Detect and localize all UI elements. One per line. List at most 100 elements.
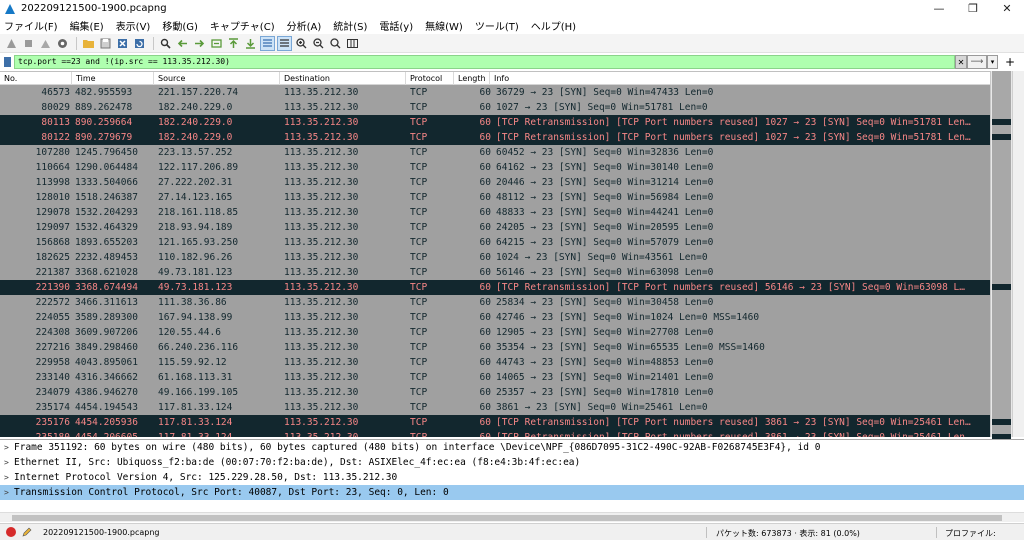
packet-row[interactable]: 235176 4454.205936 117.81.33.124 113.35.212… — [0, 415, 990, 430]
reload-file-icon[interactable] — [132, 36, 147, 51]
packet-row[interactable]: 113998 1333.504066 27.222.202.31 113.35.212… — [0, 175, 990, 190]
find-packet-icon[interactable] — [158, 36, 173, 51]
menu-tools[interactable]: ツール(T) — [475, 18, 519, 33]
packet-row[interactable]: 224055 3589.289300 167.94.138.99 113.35.212… — [0, 310, 990, 325]
packet-row[interactable]: 222572 3466.311613 111.38.36.86 113.35.212.… — [0, 295, 990, 310]
packet-row[interactable]: 229958 4043.895061 115.59.92.12 113.35.212.… — [0, 355, 990, 370]
packet-row[interactable]: 46573 482.955593 221.157.220.74 113.35.212.… — [0, 85, 990, 100]
packet-row[interactable]: 233140 4316.346662 61.168.113.31 113.35.212… — [0, 370, 990, 385]
packet-source: 111.38.36.86 — [158, 297, 227, 308]
go-to-packet-icon[interactable] — [209, 36, 224, 51]
detail-row-ip[interactable]: > Internet Protocol Version 4, Src: 125.… — [0, 470, 1024, 485]
packet-source: 218.161.118.85 — [158, 207, 239, 218]
menu-capture[interactable]: キャプチャ(C) — [210, 18, 275, 33]
column-header-length[interactable]: Length — [454, 72, 490, 85]
display-filter-input[interactable]: tcp.port ==23 and !(ip.src == 113.35.212… — [14, 55, 955, 69]
packet-row[interactable]: 80122 890.279679 182.240.229.0 113.35.212.3… — [0, 130, 990, 145]
horizontal-scrollbar-thumb[interactable] — [12, 515, 1002, 521]
restart-capture-icon[interactable] — [38, 36, 53, 51]
shark-fin-start-icon[interactable] — [4, 36, 19, 51]
maximize-button[interactable]: ❐ — [956, 0, 990, 17]
filter-bookmark-icon[interactable] — [3, 56, 13, 68]
go-first-icon[interactable] — [226, 36, 241, 51]
packet-destination: 113.35.212.30 — [284, 162, 359, 173]
detail-row-frame[interactable]: > Frame 351192: 60 bytes on wire (480 bi… — [0, 440, 1024, 455]
packet-source: 27.222.202.31 — [158, 177, 233, 188]
packet-row[interactable]: 221390 3368.674494 49.73.181.123 113.35.212… — [0, 280, 990, 295]
packet-row[interactable]: 235174 4454.194543 117.81.33.124 113.35.212… — [0, 400, 990, 415]
packet-row[interactable]: 2351804454.206605117.81.33.124113.35.212… — [0, 430, 990, 437]
close-file-icon[interactable] — [115, 36, 130, 51]
expand-arrow-icon[interactable]: > — [4, 443, 14, 452]
column-header-destination[interactable]: Destination — [280, 72, 406, 85]
column-header-source[interactable]: Source — [154, 72, 280, 85]
packet-row[interactable]: 128010 1518.246387 27.14.123.165 113.35.212… — [0, 190, 990, 205]
menu-go[interactable]: 移動(G) — [162, 18, 198, 33]
packet-row[interactable]: 110664 1290.064484 122.117.206.89 113.35.21… — [0, 160, 990, 175]
detail-row-tcp[interactable]: > Transmission Control Protocol, Src Por… — [0, 485, 1024, 500]
zoom-reset-icon[interactable] — [328, 36, 343, 51]
packet-list[interactable]: No. Time Source Destination Protocol Len… — [0, 71, 990, 437]
packet-row[interactable]: 156868 1893.655203 121.165.93.250 113.35.21… — [0, 235, 990, 250]
clear-filter-button[interactable]: ✕ — [955, 55, 967, 69]
status-profile[interactable]: プロファイル: Default — [945, 528, 1024, 540]
add-filter-button[interactable]: + — [1003, 54, 1017, 70]
capture-comment-icon[interactable] — [21, 526, 33, 538]
packet-length: 60 — [479, 297, 491, 308]
colorize-icon[interactable] — [277, 35, 292, 51]
packet-row[interactable]: 107280 1245.796450 223.13.57.252 113.35.212… — [0, 145, 990, 160]
go-forward-icon[interactable] — [192, 36, 207, 51]
packet-row[interactable]: 182625 2232.489453 110.182.96.26 113.35.212… — [0, 250, 990, 265]
apply-filter-button[interactable]: ⟶ — [967, 55, 987, 69]
column-header-no[interactable]: No. — [0, 72, 72, 85]
menu-file[interactable]: ファイル(F) — [4, 18, 58, 33]
save-file-icon[interactable] — [98, 36, 113, 51]
menu-statistics[interactable]: 統計(S) — [333, 18, 367, 33]
minimap-retransmission-mark — [992, 419, 1011, 425]
stop-capture-icon[interactable] — [21, 36, 36, 51]
packet-length: 60 — [479, 267, 491, 278]
detail-row-ethernet[interactable]: > Ethernet II, Src: Ubiquoss_f2:ba:de (0… — [0, 455, 1024, 470]
column-header-time[interactable]: Time — [72, 72, 154, 85]
packet-row[interactable]: 227216 3849.298460 66.240.236.116 113.35.21… — [0, 340, 990, 355]
capture-options-icon[interactable] — [55, 36, 70, 51]
autoscroll-icon[interactable] — [260, 35, 275, 51]
capture-status-icon[interactable] — [6, 527, 16, 537]
packet-row[interactable]: 221387 3368.621028 49.73.181.123 113.35.212… — [0, 265, 990, 280]
minimize-button[interactable]: — — [922, 0, 956, 17]
zoom-out-icon[interactable] — [311, 36, 326, 51]
close-window-button[interactable]: ✕ — [990, 0, 1024, 17]
packet-source: 122.117.206.89 — [158, 162, 239, 173]
packet-info: 36729 → 23 [SYN] Seq=0 Win=47433 Len=0 — [496, 87, 714, 98]
packet-row[interactable]: 129097 1532.464329 218.93.94.189 113.35.212… — [0, 220, 990, 235]
menu-edit[interactable]: 編集(E) — [70, 18, 104, 33]
menu-wireless[interactable]: 無線(W) — [425, 18, 463, 33]
scrollbar-thumb[interactable] — [1012, 71, 1024, 437]
horizontal-scrollbar[interactable] — [0, 512, 1024, 522]
menu-analyze[interactable]: 分析(A) — [287, 18, 322, 33]
column-header-info[interactable]: Info — [490, 72, 990, 85]
menu-telephony[interactable]: 電話(y) — [379, 18, 413, 33]
column-header-protocol[interactable]: Protocol — [406, 72, 454, 85]
packet-info: 14065 → 23 [SYN] Seq=0 Win=21401 Len=0 — [496, 372, 714, 383]
zoom-in-icon[interactable] — [294, 36, 309, 51]
packet-row[interactable]: 234079 4386.946270 49.166.199.105 113.35.21… — [0, 385, 990, 400]
menu-view[interactable]: 表示(V) — [116, 18, 151, 33]
packet-row[interactable]: 224308 3609.907206 120.55.44.6 113.35.212.3… — [0, 325, 990, 340]
packet-row[interactable]: 129078 1532.204293 218.161.118.85 113.35.21… — [0, 205, 990, 220]
menu-help[interactable]: ヘルプ(H) — [531, 18, 576, 33]
packet-minimap-scrollbar[interactable] — [990, 71, 1024, 440]
go-back-icon[interactable] — [175, 36, 190, 51]
go-last-icon[interactable] — [243, 36, 258, 51]
packet-source: 221.157.220.74 — [158, 87, 239, 98]
expand-arrow-icon[interactable]: > — [4, 488, 14, 497]
filter-history-dropdown[interactable]: ▾ — [987, 55, 998, 69]
packet-row[interactable]: 80113 890.259664 182.240.229.0 113.35.212.3… — [0, 115, 990, 130]
resize-columns-icon[interactable] — [345, 36, 360, 51]
packet-row[interactable]: 80029 889.262478 182.240.229.0 113.35.212.3… — [0, 100, 990, 115]
expand-arrow-icon[interactable]: > — [4, 473, 14, 482]
expand-arrow-icon[interactable]: > — [4, 458, 14, 467]
open-file-icon[interactable] — [81, 36, 96, 51]
packet-time: 1518.246387 — [75, 192, 138, 203]
packet-details-pane[interactable]: > Frame 351192: 60 bytes on wire (480 bi… — [0, 439, 1024, 512]
